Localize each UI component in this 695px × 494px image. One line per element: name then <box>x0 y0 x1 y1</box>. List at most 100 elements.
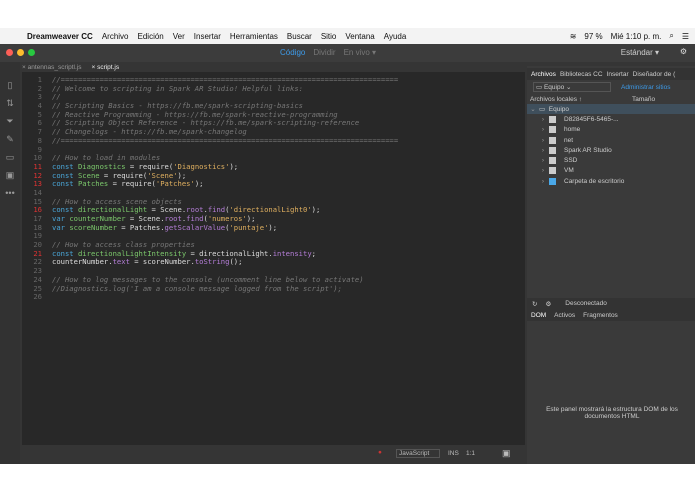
menu-edicion[interactable]: Edición <box>138 32 164 41</box>
manage-sites-link[interactable]: Administrar sitios <box>621 84 670 91</box>
file-icon[interactable]: ▯ <box>0 80 20 98</box>
search-icon[interactable]: ⌕ <box>669 31 673 41</box>
error-icon[interactable]: ● <box>378 449 382 456</box>
code-line[interactable]: 26 <box>22 292 525 301</box>
menu-list-icon[interactable]: ☰ <box>682 32 689 41</box>
menu-ayuda[interactable]: Ayuda <box>384 32 407 41</box>
code-token: Diagnostics <box>77 161 126 171</box>
tree-item[interactable]: › net <box>527 135 695 145</box>
wifi-icon[interactable]: ≋ <box>570 32 577 41</box>
code-line[interactable]: 6 // Scripting Object Reference - https:/… <box>22 118 525 127</box>
connect-icon[interactable]: ⚙ <box>545 300 551 308</box>
code-editor[interactable]: 1 //=====================================… <box>22 72 525 445</box>
code-line[interactable]: 5 // Reactive Programming - https://fb.me… <box>22 110 525 119</box>
code-token: 'numeros' <box>207 214 247 223</box>
tab-insertar[interactable]: Insertar <box>607 71 629 78</box>
insert-mode[interactable]: INS <box>448 450 459 457</box>
battery-percent[interactable]: 97 % <box>584 32 602 41</box>
brush-icon[interactable]: ✎ <box>0 134 20 152</box>
chevron-right-icon[interactable]: › <box>537 157 549 164</box>
code-line[interactable]: 8 //=====================================… <box>22 136 525 145</box>
view-code-button[interactable]: Código <box>280 48 305 57</box>
workspace-dropdown[interactable]: Estándar ▾ <box>621 48 659 57</box>
tab-fragmentos[interactable]: Fragmentos <box>583 312 618 319</box>
code-line[interactable]: 20 // How to access class properties <box>22 240 525 249</box>
chevron-right-icon[interactable]: › <box>537 147 549 154</box>
tree-item[interactable]: › Carpeta de escritorio <box>527 176 695 186</box>
code-line[interactable]: 9 <box>22 145 525 154</box>
code-line[interactable]: 11 const Diagnostics = require('Diagnosti… <box>22 162 525 171</box>
col-local-files[interactable]: Archivos locales ↑ <box>530 96 632 103</box>
code-line[interactable]: 14 <box>22 188 525 197</box>
menu-herramientas[interactable]: Herramientas <box>230 32 278 41</box>
tree-item[interactable]: › VM <box>527 166 695 176</box>
code-line[interactable]: 24 // How to log messages to the console … <box>22 275 525 284</box>
chevron-right-icon[interactable]: › <box>537 137 549 144</box>
preview-icon[interactable]: ▣ <box>0 170 20 188</box>
tab-dom[interactable]: DOM <box>531 312 546 319</box>
dreamweaver-window: Código Dividir En vivo ▾ Estándar ▾ ⚙ ▯ … <box>0 44 695 464</box>
view-split-button[interactable]: Dividir <box>313 48 335 57</box>
tree-item[interactable]: › home <box>527 125 695 135</box>
code-line[interactable]: 22 counterNumber. text = scoreNumber. toStr… <box>22 257 525 266</box>
code-token: // Scripting Basics - https://fb.me/spar… <box>52 101 303 111</box>
menu-ver[interactable]: Ver <box>173 32 185 41</box>
sort-icon[interactable]: ⇅ <box>0 98 20 116</box>
tree-item[interactable]: › D82845F6-5465-... <box>527 114 695 124</box>
chevron-right-icon[interactable]: › <box>537 126 549 133</box>
menu-insertar[interactable]: Insertar <box>194 32 221 41</box>
code-token: = Patches. <box>116 222 165 232</box>
minimize-button[interactable] <box>17 49 24 56</box>
tree-item[interactable]: › SSD <box>527 155 695 165</box>
code-line[interactable]: 12 const Scene = require('Scene'); <box>22 171 525 180</box>
view-live-button[interactable]: En vivo ▾ <box>344 48 376 57</box>
refresh-icon[interactable]: ↻ <box>532 300 537 308</box>
menu-archivo[interactable]: Archivo <box>102 32 129 41</box>
col-size[interactable]: Tamaño <box>632 96 655 103</box>
tab-disenador[interactable]: Diseñador de ( <box>633 71 676 78</box>
tree-item[interactable]: › Spark AR Studio <box>527 145 695 155</box>
code-line[interactable]: 3 // <box>22 92 525 101</box>
tab-archivos[interactable]: Archivos <box>531 71 556 78</box>
code-line[interactable]: 18 var scoreNumber = Patches. getScalarVal… <box>22 223 525 232</box>
code-line[interactable]: 10 // How to load in modules <box>22 153 525 162</box>
clock[interactable]: Mié 1:10 p. m. <box>611 32 662 41</box>
code-line[interactable]: 19 <box>22 231 525 240</box>
cursor-position: 1:1 <box>466 450 476 457</box>
close-button[interactable] <box>6 49 13 56</box>
mac-menubar: Dreamweaver CC Archivo Edición Ver Inser… <box>0 28 695 44</box>
code-line[interactable]: 7 // Changelogs - https://fb.me/spark-cha… <box>22 127 525 136</box>
tree-root-label: Equipo <box>548 105 570 113</box>
menu-buscar[interactable]: Buscar <box>287 32 312 41</box>
line-number: 25 <box>33 283 42 293</box>
gear-icon[interactable]: ⚙ <box>680 47 687 56</box>
code-line[interactable]: 23 <box>22 266 525 275</box>
code-line[interactable]: 17 var counterNumber = Scene. root. find('n… <box>22 214 525 223</box>
more-icon[interactable]: ••• <box>0 188 20 206</box>
site-select[interactable]: ▭ Equipo ⌄ <box>533 82 611 92</box>
code-line[interactable]: 15 // How to access scene objects <box>22 197 525 206</box>
code-line[interactable]: 4 // Scripting Basics - https://fb.me/spa… <box>22 101 525 110</box>
window-size-icon[interactable]: ▣ <box>502 448 511 459</box>
chevron-right-icon[interactable]: › <box>537 178 549 185</box>
menu-sitio[interactable]: Sitio <box>321 32 337 41</box>
chevron-right-icon[interactable]: › <box>537 167 549 174</box>
tab-activos[interactable]: Activos <box>554 312 575 319</box>
comment-icon[interactable]: ▭ <box>0 152 20 170</box>
code-line[interactable]: 21 const directionalLightIntensity = dire… <box>22 249 525 258</box>
tree-root[interactable]: ⌄ ▭ Equipo <box>527 104 695 115</box>
code-line[interactable]: 13 const Patches = require('Patches'); <box>22 179 525 188</box>
app-menu[interactable]: Dreamweaver CC <box>27 32 93 41</box>
zoom-button[interactable] <box>28 49 35 56</box>
code-line[interactable]: 2 // Welcome to scripting in Spark AR Stu… <box>22 84 525 93</box>
filter-icon[interactable]: ⏷ <box>0 116 20 134</box>
code-line[interactable]: 25 //Diagnostics.log('I am a console mess… <box>22 284 525 293</box>
code-line[interactable]: 16 const directionalLight = Scene. root. fi… <box>22 205 525 214</box>
tab-bibliotecas[interactable]: Bibliotecas CC <box>560 71 603 78</box>
language-select[interactable]: JavaScript <box>396 449 440 458</box>
chevron-right-icon[interactable]: › <box>537 116 549 123</box>
code-line[interactable]: 1 //=====================================… <box>22 75 525 84</box>
code-token: ; <box>311 248 316 258</box>
code-token: = require( <box>125 161 174 171</box>
menu-ventana[interactable]: Ventana <box>345 32 374 41</box>
